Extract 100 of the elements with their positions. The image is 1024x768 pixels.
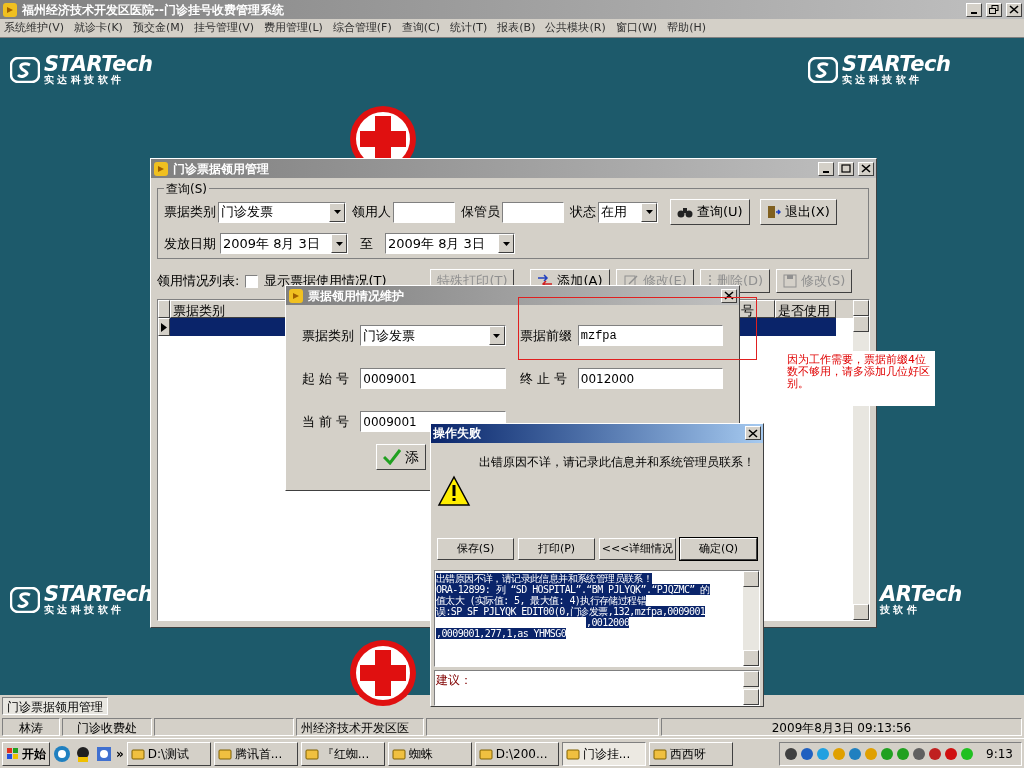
- menu-item[interactable]: 公共模块(R): [545, 19, 606, 37]
- delete-icon: [706, 274, 713, 288]
- close-button[interactable]: [858, 161, 874, 176]
- taskbar-item[interactable]: D:\测试: [126, 741, 211, 766]
- logo-mark-icon: [10, 586, 40, 613]
- app-icon: [217, 746, 232, 761]
- taskbar-item[interactable]: 腾讯首...: [213, 741, 298, 766]
- tray-icon[interactable]: [912, 746, 927, 761]
- close-icon: [748, 428, 758, 438]
- menu-item[interactable]: 预交金(M): [132, 19, 184, 37]
- field-label: 终 止 号: [519, 369, 568, 388]
- status-bar-cell: 州经济技术开发区医: [296, 718, 424, 736]
- minimize-button[interactable]: [818, 161, 834, 176]
- field-label: 发放日期: [164, 234, 216, 253]
- tray-icon[interactable]: [800, 746, 815, 761]
- logo-mark-icon: [808, 56, 838, 83]
- close-button[interactable]: [1006, 2, 1022, 17]
- restore-icon: [989, 5, 999, 14]
- dropdown-button[interactable]: [641, 202, 657, 222]
- start-button[interactable]: 开始: [2, 741, 50, 766]
- taskbar-item[interactable]: 门诊挂...: [561, 741, 646, 766]
- app-icon: [565, 746, 580, 761]
- details-text-area[interactable]: 出错原因不详，请记录此信息并和系统管理员联系！ ORA-12899: 列 “SD_HOSPITAL”.“BM_PJLYQK”.“PJQZMC” 的 值太大 (实际值: 5, 最大值: 4)执行存储过程错 误:SP_SF_PJLYQK_EDIT00(0,门诊发票,132,mzfpa,0009001 ,0012000 ,0009001,277,1,as_YHMSG0: [434, 570, 760, 668]
- column-header[interactable]: 是否使用: [775, 300, 836, 318]
- logo-tagline: 实 达 科 技 软 件: [44, 605, 123, 615]
- status-bar-cell: 门诊收费处: [62, 718, 152, 736]
- suggestion-label: 建议：: [435, 672, 473, 690]
- window-tab[interactable]: 门诊票据领用管理: [2, 696, 108, 715]
- combo-box[interactable]: 2009年 8月 3日: [220, 233, 348, 254]
- menu-item[interactable]: 系统维护(V): [4, 19, 65, 37]
- close-button[interactable]: [745, 426, 761, 441]
- minimize-button[interactable]: [966, 2, 982, 17]
- input-field[interactable]: 0012000: [577, 368, 723, 389]
- dropdown-button[interactable]: [488, 326, 505, 345]
- app-icon: [2, 1, 18, 18]
- menu-item[interactable]: 综合管理(F): [332, 19, 392, 37]
- restore-button[interactable]: [986, 2, 1002, 17]
- cross-icon: [348, 638, 418, 708]
- checkbox[interactable]: [245, 274, 259, 288]
- logo-wordmark: STARTech: [842, 54, 951, 75]
- logo-mark-icon: [10, 56, 40, 83]
- warning-icon: [437, 474, 471, 507]
- quick-launch-icon[interactable]: [74, 744, 92, 763]
- windows-flag-icon: [6, 746, 20, 761]
- minimize-icon: [823, 170, 829, 173]
- close-icon: [1009, 5, 1019, 14]
- combo-box[interactable]: 2009年 8月 3日: [385, 233, 515, 254]
- taskbar-item[interactable]: 西西呀: [648, 741, 733, 766]
- taskbar-item[interactable]: 蜘蛛: [387, 741, 472, 766]
- app-icon: [130, 746, 145, 761]
- dropdown-button[interactable]: [331, 234, 347, 253]
- dialog-button[interactable]: <<<详细情况: [599, 538, 676, 561]
- close-button[interactable]: [721, 288, 737, 303]
- input-field[interactable]: mzfpa: [577, 325, 723, 346]
- dialog-button[interactable]: 打印(P): [518, 538, 595, 561]
- exit-button[interactable]: 退出(X): [759, 199, 837, 225]
- menu-item[interactable]: 就诊卡(K): [74, 19, 123, 37]
- query-button[interactable]: 查询(U): [670, 199, 750, 225]
- quick-launch-icon[interactable]: [95, 744, 113, 763]
- binoculars-icon: [677, 206, 693, 218]
- menu-item[interactable]: 报表(B): [497, 19, 536, 37]
- exit-door-icon: [766, 205, 781, 219]
- menu-item[interactable]: 帮助(H): [667, 19, 706, 37]
- caret-icon: [333, 210, 341, 214]
- suggestion-text-area[interactable]: 建议：: [434, 670, 760, 706]
- input-field[interactable]: [502, 201, 564, 223]
- field-label: 保管员: [461, 203, 500, 222]
- menu-item[interactable]: 窗口(W): [615, 19, 658, 37]
- menu-item[interactable]: 挂号管理(V): [194, 19, 255, 37]
- combo-box[interactable]: 门诊发票: [360, 325, 506, 346]
- field-label: 状态: [570, 203, 596, 222]
- combo-box[interactable]: 门诊发票: [218, 201, 346, 223]
- tray-icon[interactable]: [928, 746, 943, 761]
- menu-item[interactable]: 查询(C): [401, 19, 440, 37]
- dropdown-button[interactable]: [498, 234, 514, 253]
- field-label: 票据类别: [164, 203, 216, 222]
- input-field[interactable]: 0009001: [360, 368, 506, 389]
- vertical-scrollbar[interactable]: [743, 571, 759, 667]
- row-header[interactable]: [158, 318, 170, 336]
- checkmark-icon: [383, 449, 401, 465]
- app-icon: [391, 746, 406, 761]
- app-icon: [288, 287, 304, 304]
- add-button[interactable]: 添: [376, 444, 426, 470]
- taskbar-item[interactable]: 『红蜘...: [300, 741, 385, 766]
- menu-item[interactable]: 统计(T): [450, 19, 488, 37]
- taskbar-item[interactable]: D:\200...: [474, 741, 559, 766]
- maximize-button[interactable]: [838, 161, 854, 176]
- window-title: 福州经济技术开发区医院--门诊挂号收费管理系统: [22, 1, 285, 19]
- logo-tagline: 实 达 科 技 软 件: [842, 75, 921, 85]
- menu-item[interactable]: 费用管理(L): [264, 19, 323, 37]
- tray-icon[interactable]: [784, 746, 799, 761]
- dialog-button[interactable]: 确定(Q): [680, 538, 757, 561]
- vertical-scrollbar[interactable]: [743, 671, 759, 705]
- dropdown-button[interactable]: [329, 202, 345, 222]
- more-chevron[interactable]: »: [116, 744, 124, 763]
- dialog-button[interactable]: 保存(S): [437, 538, 514, 561]
- combo-box[interactable]: 在用: [598, 201, 658, 223]
- tray-icon[interactable]: [944, 746, 959, 761]
- input-field[interactable]: [393, 201, 455, 223]
- logo-tagline: 实 达 科 技 软 件: [44, 75, 123, 85]
